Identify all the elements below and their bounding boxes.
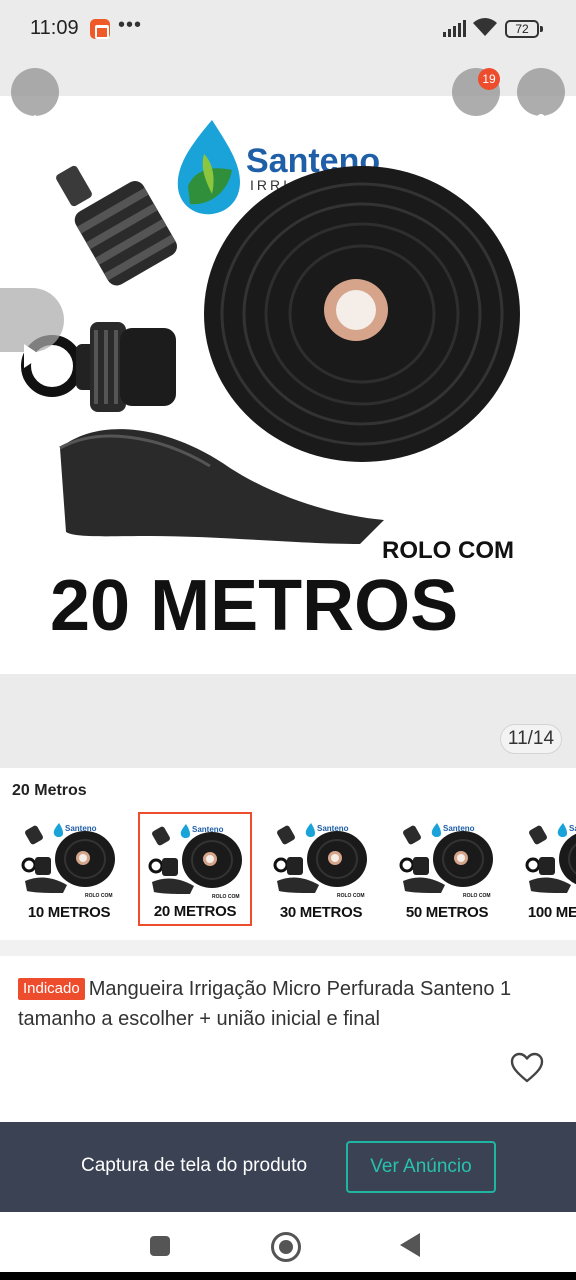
more-notifications-icon: ••• — [118, 14, 143, 36]
variation-option-caption: 20 METROS — [153, 903, 237, 920]
variation-option[interactable]: Santeno ROLO COM 30 METROS — [264, 812, 378, 926]
recommended-tag: Indicado — [18, 978, 85, 1000]
product-title-text: Mangueira Irrigação Micro Perfurada Sant… — [18, 978, 512, 1030]
nav-home-icon[interactable] — [271, 1232, 301, 1262]
variation-thumbnail-image: SantenoROLO COM — [525, 823, 576, 893]
section-divider — [0, 940, 576, 956]
favorite-button[interactable] — [510, 1052, 544, 1084]
back-arrow-icon — [22, 115, 47, 141]
variation-option[interactable]: Santeno ROLO COM 20 METROS — [138, 812, 252, 926]
status-bar: 11:09 ••• 72 — [0, 0, 576, 60]
variation-thumbnail-image: SantenoROLO COM — [148, 824, 242, 900]
product-image: Santeno IRRIGAÇÃO — [21, 120, 520, 646]
product-title: Indicado Mangueira Irrigação Micro Perfur… — [18, 974, 566, 1034]
variation-option[interactable]: Santeno ROLO COM 10 METROS — [12, 812, 126, 926]
status-time: 11:09 — [30, 17, 79, 39]
cart-count-badge: 19 — [478, 68, 500, 90]
image-caption-big: 20 METROS — [50, 566, 458, 646]
santeno-logo-icon — [177, 120, 240, 215]
wifi-icon — [473, 18, 497, 36]
variation-option[interactable]: Santeno ROLO COM 50 METROS — [390, 812, 504, 926]
view-listing-button[interactable]: Ver Anúncio — [346, 1141, 496, 1193]
back-button[interactable] — [11, 68, 59, 141]
image-counter: 11/14 — [500, 724, 562, 754]
svg-text:ROLO COM: ROLO COM — [337, 893, 365, 899]
variation-option-caption: 30 METROS — [279, 904, 363, 921]
connector-top — [56, 165, 177, 286]
variation-option-caption: 10 METROS — [27, 904, 111, 921]
product-info: Indicado Mangueira Irrigação Micro Perfur… — [0, 956, 576, 1122]
hose-roll — [204, 166, 520, 462]
signal-icon — [443, 20, 466, 37]
svg-text:ROLO COM: ROLO COM — [463, 893, 491, 899]
variation-thumbnail-image: SantenoROLO COM — [21, 823, 115, 899]
cart-icon — [462, 117, 491, 143]
image-caption-small: ROLO COM — [382, 537, 514, 564]
selected-variation-label: 20 Metros — [12, 782, 87, 799]
shopping-bag-icon — [90, 19, 110, 39]
more-options-button[interactable] — [517, 68, 565, 142]
more-vertical-icon — [537, 114, 545, 142]
play-icon — [24, 344, 42, 368]
variation-thumbnail-image: SantenoROLO COM — [273, 823, 367, 899]
screen-bottom-edge — [0, 1272, 576, 1280]
variation-option-caption: 100 METROS — [527, 904, 576, 921]
screenshot-banner-text: Captura de tela do produto — [81, 1155, 308, 1176]
nav-back-icon[interactable] — [400, 1233, 420, 1257]
svg-text:Santeno: Santeno — [569, 824, 576, 833]
system-navigation-bar — [0, 1212, 576, 1272]
svg-text:ROLO COM: ROLO COM — [212, 894, 240, 900]
product-page: 11:09 ••• 72 Santeno IRRIGAÇÃO — [0, 0, 576, 1280]
variation-selector: 20 Metros Santeno ROLO COM 10 METROS Santen… — [0, 768, 576, 940]
variation-option[interactable]: SantenoROLO COM 100 METROS — [516, 812, 576, 926]
product-image-gallery[interactable]: Santeno IRRIGAÇÃO — [0, 60, 576, 768]
battery-icon: 72 — [505, 20, 543, 38]
variation-option-caption: 50 METROS — [405, 904, 489, 921]
variation-thumbnail-image: SantenoROLO COM — [399, 823, 493, 899]
heart-icon — [510, 1052, 544, 1083]
nav-recents-icon[interactable] — [150, 1236, 170, 1256]
svg-text:ROLO COM: ROLO COM — [85, 893, 113, 899]
screenshot-banner: Captura de tela do produto Ver Anúncio — [0, 1122, 576, 1212]
play-video-button[interactable] — [0, 288, 64, 368]
